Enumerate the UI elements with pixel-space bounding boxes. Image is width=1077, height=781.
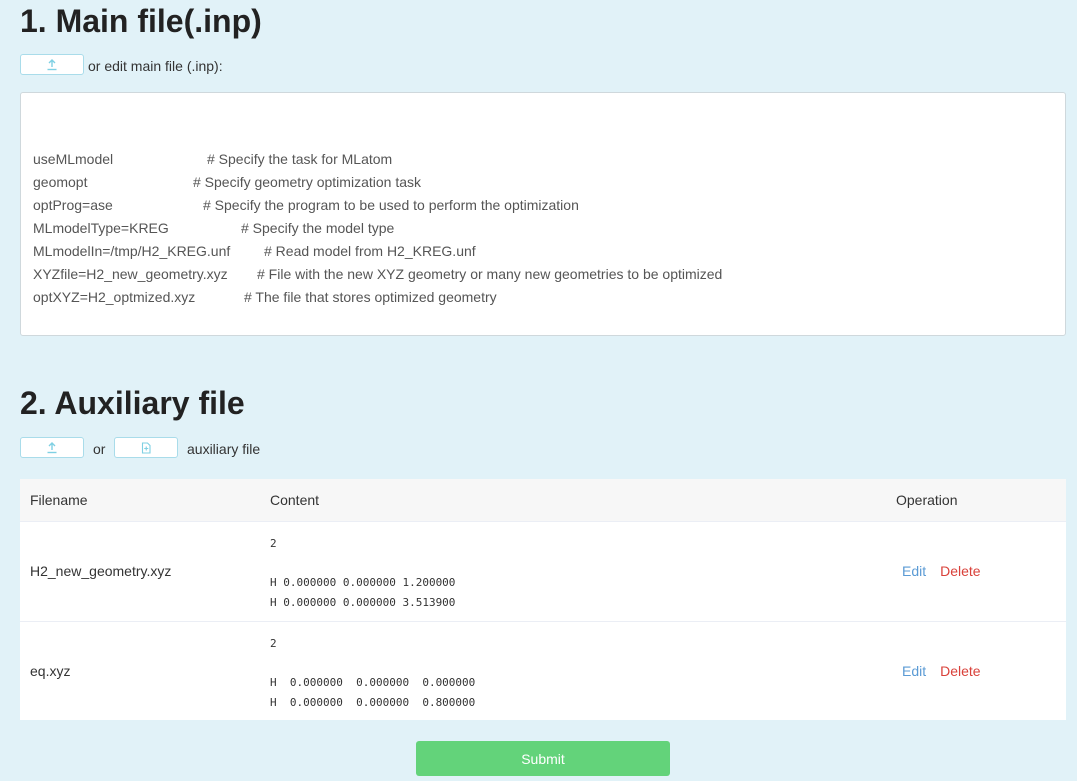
auxiliary-files-table: Filename Content Operation H2_new_geomet… [20, 479, 1066, 720]
table-row: eq.xyz 2 H 0.000000 0.000000 0.000000 H … [20, 621, 1066, 720]
row-content: 2 H 0.000000 0.000000 1.200000 H 0.00000… [270, 537, 456, 610]
editor-line: optXYZ=H2_optmized.xyz # The file that st… [33, 286, 1053, 309]
editor-line-comment: # Specify the task for MLatom [207, 151, 393, 167]
aux-file-upload-button[interactable] [20, 437, 84, 458]
editor-line-comment: # Read model from H2_KREG.unf [264, 243, 476, 259]
editor-line-comment: # Specify the model type [241, 220, 395, 236]
main-file-upload-button[interactable] [20, 54, 84, 75]
editor-line: optProg=ase # Specify the program to be u… [33, 194, 1053, 217]
row-filename: H2_new_geometry.xyz [30, 563, 172, 579]
edit-main-file-label: or edit main file (.inp): [88, 58, 223, 74]
row-content: 2 H 0.000000 0.000000 0.000000 H 0.00000… [270, 637, 476, 710]
header-operation: Operation [896, 492, 958, 508]
table-row: H2_new_geometry.xyz 2 H 0.000000 0.00000… [20, 521, 1066, 621]
edit-link[interactable]: Edit [902, 663, 926, 679]
editor-line-code: MLmodelIn=/tmp/H2_KREG.unf [33, 243, 231, 259]
upload-icon [46, 58, 58, 71]
new-file-icon [140, 441, 152, 454]
auxiliary-file-title: 2. Auxiliary file [20, 385, 245, 421]
editor-line: geomopt # Specify geometry optimization t… [33, 171, 1053, 194]
upload-icon [46, 441, 58, 454]
edit-link[interactable]: Edit [902, 563, 926, 579]
page: 1. Main file(.inp) or edit main file (.i… [0, 0, 1077, 781]
delete-link[interactable]: Delete [940, 663, 980, 679]
editor-line: XYZfile=H2_new_geometry.xyz # File with t… [33, 263, 1053, 286]
editor-line: MLmodelIn=/tmp/H2_KREG.unf # Read model f… [33, 240, 1053, 263]
row-filename: eq.xyz [30, 663, 71, 679]
row-operations: Edit Delete [902, 663, 981, 679]
editor-line-code: optProg=ase [33, 197, 113, 213]
editor-line-code: geomopt [33, 174, 88, 190]
editor-line-code: optXYZ=H2_optmized.xyz [33, 289, 196, 305]
header-content: Content [270, 492, 320, 508]
editor-content[interactable]: useMLmodel # Specify the task for MLatom g… [33, 148, 1053, 309]
editor-line-code: useMLmodel [33, 151, 114, 167]
editor-line-comment: # The file that stores optimized geometr… [244, 289, 497, 305]
table-header: Filename Content Operation [20, 479, 1066, 521]
editor-line: useMLmodel # Specify the task for MLatom [33, 148, 1053, 171]
new-aux-file-button[interactable] [114, 437, 178, 458]
submit-button[interactable]: Submit [416, 741, 670, 776]
header-filename: Filename [30, 492, 88, 508]
or-label: or [93, 441, 106, 457]
editor-line-comment: # Specify geometry optimization task [193, 174, 421, 190]
main-file-editor[interactable]: useMLmodel # Specify the task for MLatom g… [20, 92, 1066, 336]
resize-handle-icon[interactable] [1055, 325, 1063, 333]
editor-line: MLmodelType=KREG # Specify the model type [33, 217, 1053, 240]
delete-link[interactable]: Delete [940, 563, 980, 579]
editor-line-comment: # File with the new XYZ geometry or many… [257, 266, 723, 282]
row-operations: Edit Delete [902, 563, 981, 579]
editor-line-code: XYZfile=H2_new_geometry.xyz [33, 266, 228, 282]
main-file-title: 1. Main file(.inp) [20, 3, 262, 39]
auxiliary-file-label: auxiliary file [187, 441, 261, 457]
editor-line-code: MLmodelType=KREG [33, 220, 169, 236]
editor-line-comment: # Specify the program to be used to perf… [203, 197, 579, 213]
